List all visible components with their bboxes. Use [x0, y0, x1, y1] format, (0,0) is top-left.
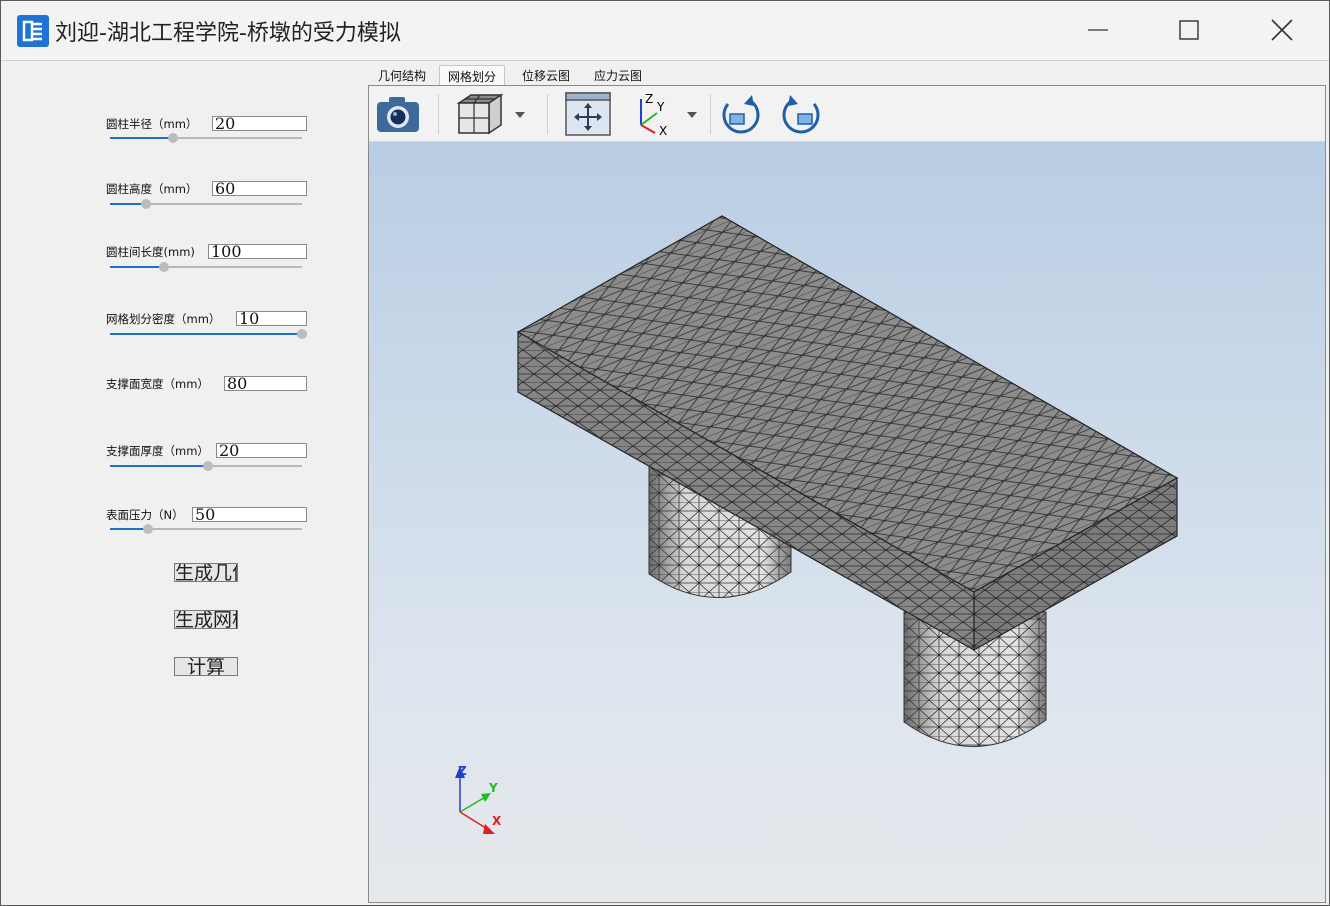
slider-handle[interactable]: [297, 329, 307, 339]
generate-geometry-button[interactable]: 生成几何: [174, 563, 238, 582]
slider-handle[interactable]: [141, 199, 152, 209]
slider-fill: [110, 333, 302, 335]
close-button[interactable]: [1259, 9, 1305, 51]
window-title: 刘迎-湖北工程学院-桥墩的受力模拟: [55, 21, 401, 46]
rotate-counterclockwise-button[interactable]: [779, 90, 825, 138]
fit-all-icon: [565, 92, 611, 136]
minimize-icon: [1088, 29, 1108, 31]
screenshot-button[interactable]: [373, 90, 423, 138]
svg-text:Z: Z: [645, 92, 653, 106]
support-thickness-slider[interactable]: [110, 461, 302, 471]
mesh-model: Z Y X: [455, 215, 1179, 834]
svg-text:Y: Y: [656, 100, 665, 114]
calculate-button[interactable]: 计算: [174, 657, 238, 676]
cylinder-radius-input[interactable]: 20: [212, 116, 307, 131]
slider-handle[interactable]: [202, 461, 213, 471]
svg-text:X: X: [659, 124, 667, 137]
cylinder-spacing-input[interactable]: 100: [208, 244, 307, 259]
rotate-counterclockwise-icon: [782, 95, 820, 134]
cylinder-height-input[interactable]: 60: [212, 181, 307, 196]
support-thickness-input[interactable]: 20: [216, 443, 307, 458]
3d-viewport[interactable]: Z Y X: [369, 142, 1325, 902]
cylinder-height-slider[interactable]: [110, 199, 302, 209]
slider-handle[interactable]: [158, 262, 169, 272]
parameter-panel: 圆柱半径（mm） 20 圆柱高度（mm） 60 圆柱间长度(mm) 100 网格…: [1, 61, 367, 905]
triad-z-label: Z: [458, 764, 467, 778]
generate-mesh-button[interactable]: 生成网格: [174, 610, 238, 629]
cylinder-spacing-label: 圆柱间长度(mm): [106, 245, 195, 259]
title-bar: 刘迎-湖北工程学院-桥墩的受力模拟: [1, 1, 1329, 61]
maximize-icon: [1179, 20, 1199, 40]
mesh-density-slider[interactable]: [110, 329, 307, 339]
rotate-clockwise-icon: [722, 95, 760, 134]
cylinder-spacing-slider[interactable]: [110, 262, 302, 272]
rotate-clockwise-button[interactable]: [717, 90, 763, 138]
triad-x-label: X: [492, 814, 502, 828]
support-thickness-label: 支撑面厚度（mm）: [106, 444, 209, 458]
mesh-view-button[interactable]: [453, 90, 533, 138]
triad-y-label: Y: [488, 781, 498, 795]
close-icon: [1271, 19, 1293, 41]
support-width-input[interactable]: 80: [224, 376, 307, 391]
surface-pressure-label: 表面压力（N）: [106, 508, 184, 522]
tab-mesh[interactable]: 网格划分: [439, 65, 506, 86]
cylinder-radius-label: 圆柱半径（mm）: [106, 117, 198, 131]
support-width-label: 支撑面宽度（mm）: [106, 377, 209, 391]
app-logo-icon: [17, 15, 49, 47]
mesh-density-label: 网格划分密度（mm）: [106, 312, 221, 326]
axis-view-button[interactable]: Z Y X: [627, 90, 707, 138]
mesh-view-icon: [456, 93, 525, 135]
slider-handle[interactable]: [168, 133, 179, 143]
bridge-deck-slab: [516, 215, 1179, 652]
tab-stress[interactable]: 应力云图: [594, 65, 642, 85]
camera-icon: [377, 97, 419, 132]
surface-pressure-slider[interactable]: [110, 524, 302, 534]
slider-fill: [110, 137, 174, 139]
cylinder-radius-slider[interactable]: [110, 133, 302, 143]
slider-handle[interactable]: [143, 524, 154, 534]
app-window: 刘迎-湖北工程学院-桥墩的受力模拟 圆柱半径（mm） 20 圆柱高度（mm） 6…: [0, 0, 1330, 906]
slider-fill: [110, 465, 208, 467]
fit-all-button[interactable]: [563, 90, 613, 138]
tab-geometry[interactable]: 几何结构: [378, 65, 426, 85]
slider-fill: [110, 266, 164, 268]
viewer-toolbar: Z Y X: [369, 86, 1325, 142]
surface-pressure-input[interactable]: 50: [192, 507, 307, 522]
minimize-button[interactable]: [1075, 9, 1121, 51]
maximize-button[interactable]: [1166, 9, 1212, 51]
axis-view-icon: Z Y X: [640, 92, 697, 137]
axis-triad: Z Y X: [455, 764, 502, 834]
tab-displacement[interactable]: 位移云图: [522, 65, 570, 85]
3d-viewer: Z Y X Z Y X: [368, 85, 1326, 903]
mesh-density-input[interactable]: 10: [236, 311, 307, 326]
cylinder-height-label: 圆柱高度（mm）: [106, 182, 198, 196]
